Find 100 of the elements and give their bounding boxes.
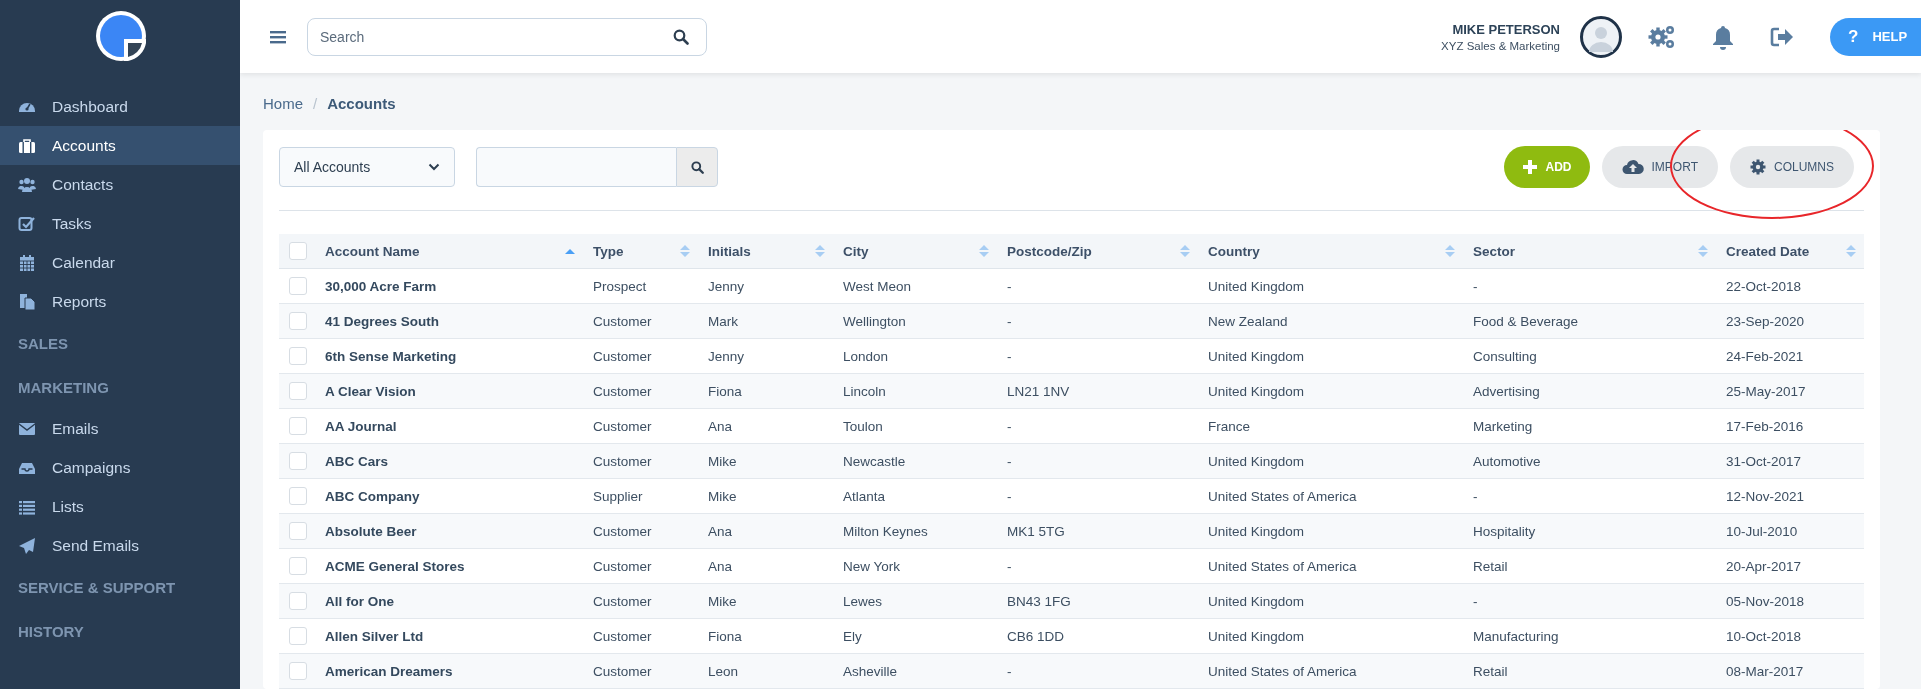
column-header[interactable]: Account Name (315, 234, 583, 269)
row-checkbox[interactable] (289, 662, 307, 680)
column-header[interactable]: Type (583, 234, 698, 269)
sidebar-section[interactable]: MARKETING (0, 365, 240, 409)
table-cell: - (1473, 593, 1478, 609)
breadcrumb-link[interactable]: Home (263, 95, 303, 112)
sort-icon[interactable] (1846, 244, 1856, 259)
table-cell: Newcastle (843, 453, 906, 469)
sidebar-section[interactable]: HISTORY (0, 609, 240, 653)
sort-icon[interactable] (1180, 244, 1190, 259)
account-name-link[interactable]: A Clear Vision (325, 383, 416, 399)
table-cell: 10-Oct-2018 (1726, 628, 1802, 644)
table-cell: Lincoln (843, 383, 886, 399)
row-checkbox[interactable] (289, 312, 307, 330)
table-cell: Customer (593, 628, 652, 644)
sort-icon[interactable] (979, 244, 989, 259)
table-cell: - (1473, 278, 1478, 294)
account-name-link[interactable]: ABC Cars (325, 453, 389, 469)
sort-icon[interactable] (1445, 244, 1455, 259)
table-cell: 20-Apr-2017 (1726, 558, 1802, 574)
table-cell: Customer (593, 523, 652, 539)
search-button[interactable] (676, 147, 718, 187)
row-checkbox[interactable] (289, 522, 307, 540)
sidebar-item[interactable]: Calendar (0, 243, 240, 282)
table-cell: 25-May-2017 (1726, 383, 1806, 399)
table-cell: United Kingdom (1208, 593, 1305, 609)
sidebar-section[interactable]: SERVICE & SUPPORT (0, 565, 240, 609)
user-name: MIKE PETERSON (1452, 21, 1560, 37)
account-name-link[interactable]: ABC Company (325, 488, 420, 504)
gears-icon[interactable] (1648, 23, 1676, 50)
filter-dropdown[interactable]: All Accounts (279, 147, 455, 187)
sidebar-item[interactable]: Reports (0, 282, 240, 321)
sidebar-item[interactable]: Accounts (0, 126, 240, 165)
table-cell: Customer (593, 313, 652, 329)
account-name-link[interactable]: 41 Degrees South (325, 313, 440, 329)
sidebar-item[interactable]: Lists (0, 487, 240, 526)
column-header[interactable]: Created Date (1716, 234, 1864, 269)
sort-icon[interactable] (815, 244, 825, 259)
avatar[interactable] (1580, 15, 1622, 58)
table-cell: United Kingdom (1208, 628, 1305, 644)
account-name-link[interactable]: Absolute Beer (325, 523, 417, 539)
table-cell: United Kingdom (1208, 383, 1305, 399)
account-name-link[interactable]: All for One (325, 593, 394, 609)
sidebar-item[interactable]: Campaigns (0, 448, 240, 487)
row-checkbox[interactable] (289, 557, 307, 575)
sidebar-item[interactable]: Send Emails (0, 526, 240, 565)
sort-icon[interactable] (1698, 244, 1708, 259)
logout-icon[interactable] (1770, 25, 1794, 48)
sidebar-item[interactable]: Tasks (0, 204, 240, 243)
row-checkbox[interactable] (289, 347, 307, 365)
table-cell: New Zealand (1208, 313, 1288, 329)
search-field[interactable]: Search (307, 17, 707, 56)
row-checkbox[interactable] (289, 452, 307, 470)
sidebar-section[interactable]: SALES (0, 321, 240, 365)
bell-icon[interactable] (1712, 23, 1734, 50)
select-all-checkbox[interactable] (289, 242, 307, 260)
table-cell: Jenny (708, 348, 745, 364)
users-icon (18, 175, 36, 194)
column-header[interactable]: Postcode/Zip (997, 234, 1198, 269)
table-cell: France (1208, 418, 1251, 434)
search-field[interactable] (476, 147, 676, 187)
column-header[interactable]: Initials (698, 234, 833, 269)
table-cell: United States of America (1208, 663, 1357, 679)
column-header[interactable]: Country (1198, 234, 1463, 269)
columns-button[interactable]: COLUMNS (1730, 146, 1854, 188)
table-cell: Customer (593, 383, 652, 399)
table-cell: Prospect (593, 278, 647, 294)
table-cell: - (1007, 313, 1012, 329)
breadcrumb-separator: / (313, 95, 318, 112)
sort-icon[interactable] (680, 244, 690, 259)
account-name-link[interactable]: ACME General Stores (325, 558, 465, 574)
table-cell: Customer (593, 348, 652, 364)
table-cell: 17-Feb-2016 (1726, 418, 1804, 434)
menu-icon[interactable] (270, 29, 286, 44)
row-checkbox[interactable] (289, 417, 307, 435)
sidebar-item[interactable]: Emails (0, 409, 240, 448)
sidebar-item[interactable]: Contacts (0, 165, 240, 204)
paper-plane-icon (18, 536, 36, 555)
row-checkbox[interactable] (289, 277, 307, 295)
search-icon[interactable] (673, 28, 689, 45)
row-checkbox[interactable] (289, 382, 307, 400)
account-name-link[interactable]: AA Journal (325, 418, 397, 434)
company-name: XYZ Sales & Marketing (1441, 39, 1560, 52)
sidebar-item[interactable]: Dashboard (0, 87, 240, 126)
table-cell: Mike (708, 453, 737, 469)
table-cell: - (1007, 558, 1012, 574)
column-header[interactable]: City (833, 234, 997, 269)
table-cell: 05-Nov-2018 (1726, 593, 1805, 609)
account-name-link[interactable]: 30,000 Acre Farm (325, 278, 437, 294)
table-cell: 08-Mar-2017 (1726, 663, 1804, 679)
account-name-link[interactable]: Allen Silver Ltd (325, 628, 424, 644)
account-name-link[interactable]: 6th Sense Marketing (325, 348, 457, 364)
table-cell: - (1007, 488, 1012, 504)
column-header[interactable]: Sector (1463, 234, 1716, 269)
table-cell: Retail (1473, 663, 1508, 679)
row-checkbox[interactable] (289, 487, 307, 505)
table-cell: Asheville (843, 663, 898, 679)
row-checkbox[interactable] (289, 627, 307, 645)
table-cell: Consulting (1473, 348, 1537, 364)
row-checkbox[interactable] (289, 592, 307, 610)
